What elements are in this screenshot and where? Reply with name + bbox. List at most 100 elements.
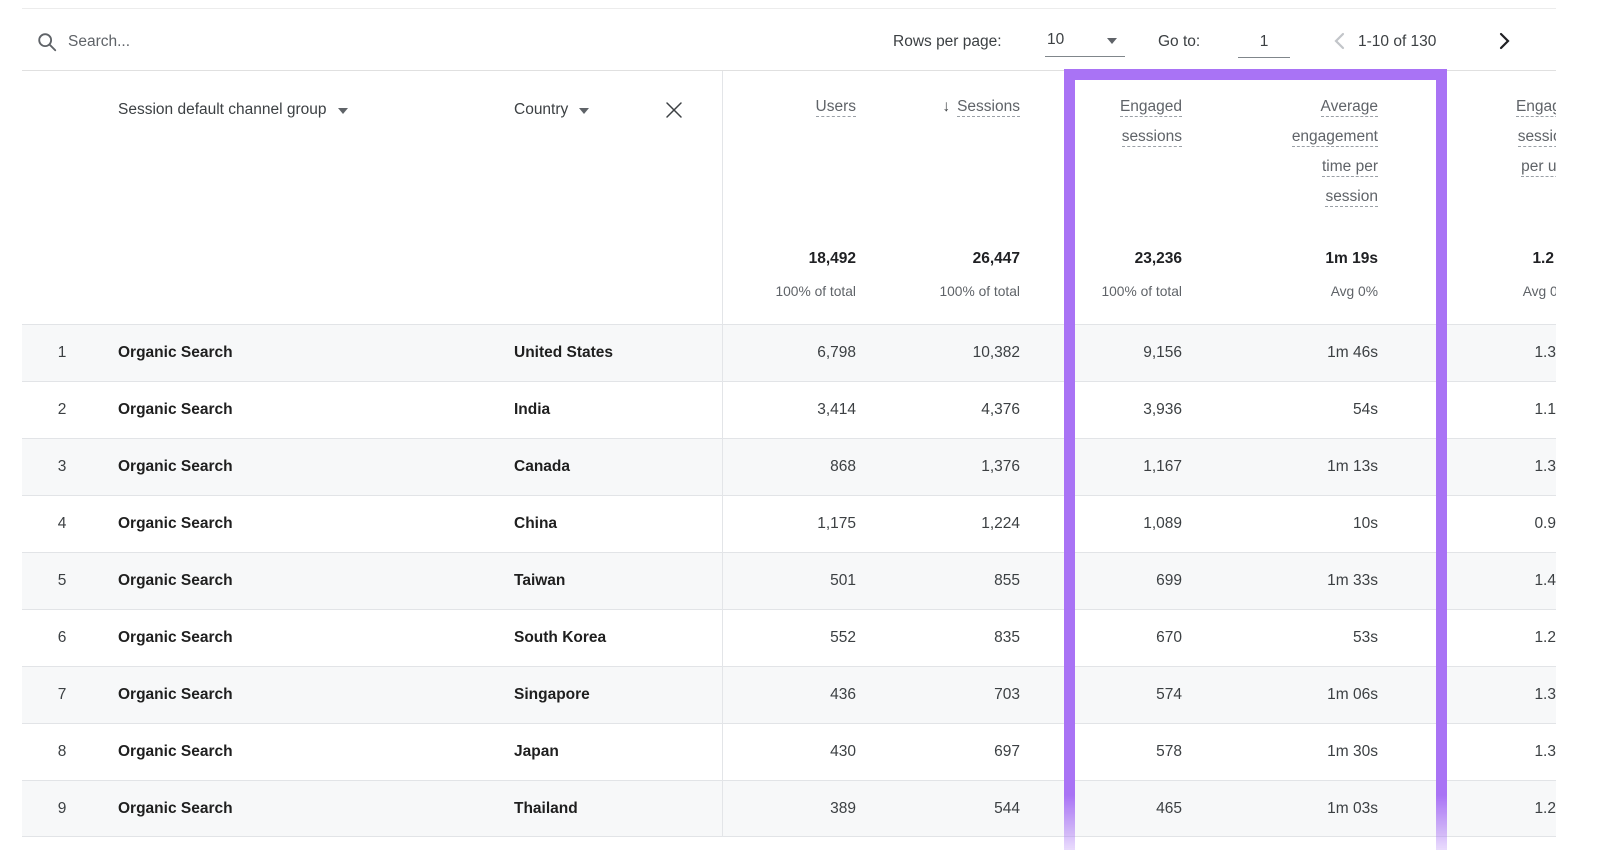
avg-engagement-time-cell: 54s <box>1353 382 1378 438</box>
engaged-per-user-cell: 0.9 <box>1534 496 1556 552</box>
table-row: 6Organic SearchSouth Korea55283567053s1.… <box>22 609 1556 666</box>
country-cell: Japan <box>514 724 559 780</box>
country-cell: Singapore <box>514 667 590 723</box>
rows-per-page-value: 10 <box>1045 31 1064 48</box>
channel-group-header-label: Session default channel group <box>118 100 327 120</box>
row-index: 5 <box>48 553 76 609</box>
row-index: 6 <box>48 610 76 666</box>
channel-cell: Organic Search <box>118 667 233 723</box>
search-input[interactable] <box>66 26 490 58</box>
table-row: 5Organic SearchTaiwan5018556991m 33s1.4 <box>22 552 1556 609</box>
table-body: 1Organic SearchUnited States6,79810,3829… <box>22 324 1556 837</box>
dropdown-caret-icon <box>338 108 348 114</box>
avg-engagement-time-column-header[interactable]: Average engagement time per session <box>1292 92 1378 212</box>
engaged-sessions-column-header[interactable]: Engaged sessions <box>1120 92 1182 152</box>
rows-per-page-select[interactable]: 10 <box>1045 27 1125 57</box>
sessions-cell: 697 <box>994 724 1020 780</box>
engaged-sessions-total: 23,236 <box>1135 244 1182 274</box>
users-cell: 3,414 <box>817 382 856 438</box>
avg-engagement-header-line[interactable]: session <box>1325 188 1378 207</box>
engaged-sessions-cell: 9,156 <box>1143 325 1182 381</box>
avg-engagement-header-line[interactable]: Average <box>1321 98 1378 117</box>
users-cell: 868 <box>830 439 856 495</box>
rows-per-page-label: Rows per page: <box>893 33 1002 51</box>
users-cell: 389 <box>830 781 856 837</box>
sessions-cell: 703 <box>994 667 1020 723</box>
engaged-sessions-header-line[interactable]: sessions <box>1122 128 1182 147</box>
engaged-per-user-header-line[interactable]: per user <box>1521 158 1556 177</box>
table-row: 9Organic SearchThailand3895444651m 03s1.… <box>22 780 1556 837</box>
engaged-sessions-cell: 3,936 <box>1143 382 1182 438</box>
avg-engagement-time-cell: 10s <box>1353 496 1378 552</box>
dropdown-caret-icon <box>579 108 589 114</box>
engaged-per-user-cell: 1.3 <box>1534 724 1556 780</box>
country-cell: South Korea <box>514 610 606 666</box>
engaged-sessions-cell: 465 <box>1156 781 1182 837</box>
country-cell: Taiwan <box>514 553 565 609</box>
users-cell: 430 <box>830 724 856 780</box>
channel-cell: Organic Search <box>118 382 233 438</box>
search-icon <box>36 31 58 53</box>
sessions-total: 26,447 <box>973 244 1020 274</box>
sessions-column-header[interactable]: ↓ Sessions <box>942 92 1020 122</box>
go-to-page-input[interactable] <box>1238 27 1290 58</box>
engaged-sessions-total-sub: 100% of total <box>1101 281 1182 303</box>
row-index: 2 <box>48 382 76 438</box>
row-index: 9 <box>48 781 76 837</box>
avg-engagement-time-cell: 1m 33s <box>1327 553 1378 609</box>
row-index: 8 <box>48 724 76 780</box>
engaged-per-user-total: 1.2 <box>1532 244 1554 274</box>
table-row: 4Organic SearchChina1,1751,2241,08910s0.… <box>22 495 1556 552</box>
country-header-label: Country <box>514 100 568 120</box>
engaged-sessions-cell: 1,089 <box>1143 496 1182 552</box>
engaged-sessions-cell: 574 <box>1156 667 1182 723</box>
engaged-sessions-cell: 699 <box>1156 553 1182 609</box>
users-column-header[interactable]: Users <box>816 92 856 122</box>
channel-cell: Organic Search <box>118 553 233 609</box>
next-page-chevron-icon[interactable] <box>1492 29 1516 53</box>
remove-dimension-icon[interactable] <box>663 99 685 121</box>
sessions-cell: 835 <box>994 610 1020 666</box>
dropdown-caret-icon <box>1107 38 1117 44</box>
channel-cell: Organic Search <box>118 496 233 552</box>
avg-engagement-header-line[interactable]: engagement <box>1292 128 1378 147</box>
column-divider <box>722 71 723 837</box>
engaged-per-user-total-sub: Avg 0% <box>1523 281 1556 303</box>
engaged-per-user-cell: 1.3 <box>1534 667 1556 723</box>
table-row: 8Organic SearchJapan4306975781m 30s1.3 <box>22 723 1556 780</box>
channel-group-header-dropdown[interactable]: Session default channel group <box>118 100 348 120</box>
avg-engagement-header-line[interactable]: time per <box>1322 158 1378 177</box>
users-cell: 552 <box>830 610 856 666</box>
previous-page-chevron-icon[interactable] <box>1328 29 1352 53</box>
country-cell: United States <box>514 325 613 381</box>
channel-cell: Organic Search <box>118 439 233 495</box>
table-row: 7Organic SearchSingapore4367035741m 06s1… <box>22 666 1556 723</box>
sessions-cell: 1,376 <box>981 439 1020 495</box>
engaged-sessions-cell: 1,167 <box>1143 439 1182 495</box>
row-index: 4 <box>48 496 76 552</box>
pagination-range: 1-10 of 130 <box>1358 33 1436 51</box>
users-header-label[interactable]: Users <box>816 98 856 117</box>
row-index: 1 <box>48 325 76 381</box>
engaged-per-user-header-line[interactable]: Engaged <box>1516 98 1556 117</box>
engaged-per-user-header-line[interactable]: sessions <box>1518 128 1556 147</box>
engaged-per-user-cell: 1.2 <box>1534 610 1556 666</box>
sort-descending-icon: ↓ <box>942 98 950 115</box>
channel-cell: Organic Search <box>118 724 233 780</box>
engaged-sessions-cell: 578 <box>1156 724 1182 780</box>
sessions-cell: 544 <box>994 781 1020 837</box>
sessions-cell: 4,376 <box>981 382 1020 438</box>
row-index: 7 <box>48 667 76 723</box>
sessions-header-label[interactable]: Sessions <box>957 98 1020 117</box>
row-index: 3 <box>48 439 76 495</box>
sessions-total-sub: 100% of total <box>939 281 1020 303</box>
users-cell: 6,798 <box>817 325 856 381</box>
go-to-label: Go to: <box>1158 33 1200 51</box>
engaged-sessions-header-line[interactable]: Engaged <box>1120 98 1182 117</box>
toolbar-divider <box>22 70 1556 71</box>
country-header-dropdown[interactable]: Country <box>514 100 589 120</box>
engaged-sessions-cell: 670 <box>1156 610 1182 666</box>
channel-cell: Organic Search <box>118 610 233 666</box>
top-divider <box>22 8 1556 9</box>
engaged-sessions-per-user-column-header[interactable]: Engaged sessions per user <box>1516 92 1556 182</box>
